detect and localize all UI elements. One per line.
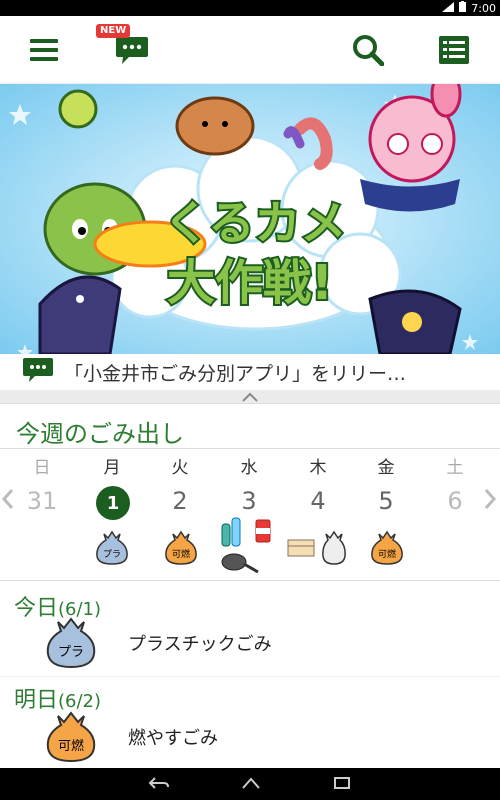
day-number[interactable]: 5 xyxy=(356,487,416,515)
today-day-number[interactable]: 1 xyxy=(96,486,130,520)
search-icon xyxy=(353,35,384,66)
dow-label: 土 xyxy=(446,458,464,478)
chat-bubble-icon xyxy=(116,37,148,64)
svg-text:可燃: 可燃 xyxy=(58,738,84,754)
dow-label: 火 xyxy=(171,458,189,478)
dow-label: 月 xyxy=(103,458,121,478)
menu-button[interactable] xyxy=(14,16,74,84)
new-badge: NEW xyxy=(96,24,131,38)
day-number[interactable]: 3 xyxy=(219,487,279,515)
section-divider xyxy=(0,580,500,581)
chevron-up-icon xyxy=(242,392,258,402)
notice-bar[interactable]: 「小金井市ごみ分別アプリ」をリリー… xyxy=(0,354,500,390)
svg-text:プラ: プラ xyxy=(103,549,121,560)
dow-label: 日 xyxy=(33,458,51,478)
chat-bubble-icon xyxy=(22,356,54,388)
list-icon xyxy=(439,36,469,64)
prev-week-button[interactable] xyxy=(1,488,14,516)
banner-illustration: くるカメ 大作戦! xyxy=(0,84,500,354)
recents-button[interactable] xyxy=(332,775,352,794)
day-number[interactable]: 31 xyxy=(12,487,72,515)
system-nav-bar xyxy=(0,768,500,800)
burnable-bag-icon: 可燃 xyxy=(371,530,403,565)
week-section-title: 今週のごみ出し xyxy=(16,420,184,448)
home-button[interactable] xyxy=(240,775,262,794)
banner-title-line2: 大作戦! xyxy=(167,255,333,311)
svg-text:可燃: 可燃 xyxy=(378,548,396,560)
burnable-bag-icon: 可燃 xyxy=(46,711,96,763)
banner-title-line1: くるカメ xyxy=(163,196,346,250)
collapse-handle[interactable] xyxy=(0,390,500,404)
tomorrow-garbage-label[interactable]: 燃やすごみ xyxy=(128,724,218,750)
plastic-bag-icon: プラ xyxy=(46,617,96,669)
svg-text:可燃: 可燃 xyxy=(172,548,190,560)
dow-label: 水 xyxy=(240,458,258,478)
list-button[interactable] xyxy=(424,16,484,84)
recyclables-icon xyxy=(221,517,271,574)
notice-text: 「小金井市ごみ分別アプリ」をリリー… xyxy=(64,362,407,385)
home-icon xyxy=(242,776,260,789)
next-week-button[interactable] xyxy=(484,488,497,516)
list-divider xyxy=(0,676,500,677)
dow-label: 木 xyxy=(309,458,327,478)
burnable-bag-icon: 可燃 xyxy=(165,530,197,565)
search-button[interactable] xyxy=(338,16,398,84)
day-number[interactable]: 6 xyxy=(425,487,485,515)
day-number[interactable]: 2 xyxy=(150,487,210,515)
svg-text:プラ: プラ xyxy=(58,645,84,660)
today-garbage-label[interactable]: プラスチックごみ xyxy=(128,630,272,656)
recents-icon xyxy=(334,776,350,789)
app-bar: NEW xyxy=(0,16,500,84)
back-button[interactable] xyxy=(148,775,170,794)
day-number[interactable]: 4 xyxy=(288,487,348,515)
promo-banner[interactable]: くるカメ 大作戦! xyxy=(0,84,500,354)
hamburger-icon xyxy=(30,39,58,61)
status-bar: 7:00 xyxy=(0,0,500,16)
chevron-right-icon xyxy=(484,489,497,509)
plastic-bag-icon: プラ xyxy=(96,530,128,565)
dow-label: 金 xyxy=(377,458,395,478)
paper-bundle-icon xyxy=(287,530,346,565)
battery-icon xyxy=(459,1,467,15)
status-time: 7:00 xyxy=(471,1,496,15)
signal-icon xyxy=(442,1,455,15)
chevron-left-icon xyxy=(1,489,14,509)
back-icon xyxy=(148,776,169,789)
